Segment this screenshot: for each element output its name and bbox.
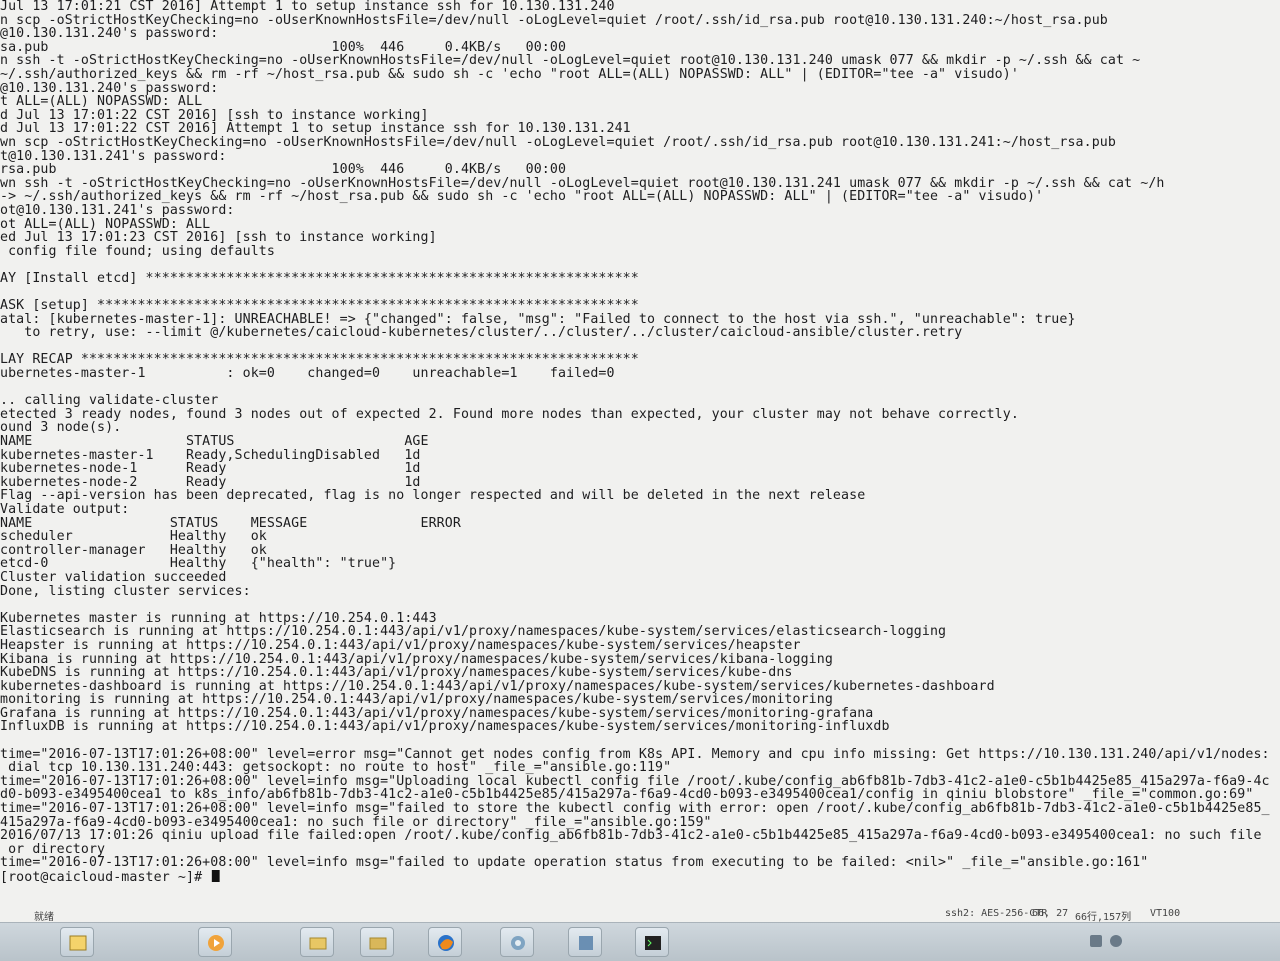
- folder-icon[interactable]: [300, 927, 334, 957]
- text-cursor: [212, 870, 221, 882]
- status-position: 66, 27: [1032, 908, 1069, 919]
- prompt-text: [root@caicloud-master ~]#: [0, 869, 211, 885]
- network-icon[interactable]: [1090, 935, 1102, 947]
- terminal-line: etected 3 ready nodes, found 3 nodes out…: [0, 405, 1019, 422]
- firefox-icon[interactable]: [428, 927, 462, 957]
- terminal-line: ubernetes-master-1 : ok=0 changed=0 unre…: [0, 365, 615, 382]
- settings-icon[interactable]: [500, 927, 534, 957]
- shell-prompt[interactable]: [root@caicloud-master ~]#: [0, 870, 1250, 884]
- volume-icon[interactable]: [1110, 935, 1122, 947]
- terminal-line: to retry, use: --limit @/kubernetes/caic…: [0, 324, 963, 341]
- terminal-line: time="2016-07-13T17:01:26+08:00" level=i…: [0, 854, 1149, 871]
- folder-icon-2[interactable]: [360, 927, 394, 957]
- terminal-line: AY [Install etcd] **********************…: [0, 269, 639, 286]
- status-term: VT100: [1150, 908, 1181, 919]
- status-size: 66行,157列: [1075, 912, 1132, 923]
- terminal-icon[interactable]: [635, 927, 669, 957]
- terminal-window[interactable]: Jul 13 17:01:21 CST 2016] Attempt 1 to s…: [0, 0, 1280, 906]
- terminal-line: 2016/07/13 17:01:26 qiniu upload file fa…: [0, 827, 1262, 844]
- taskbar: [0, 922, 1280, 961]
- terminal-line: InfluxDB is running at https://10.254.0.…: [0, 718, 890, 735]
- terminal-line: Done, listing cluster services:: [0, 582, 251, 599]
- app-icon[interactable]: [568, 927, 602, 957]
- terminal-line: config file found; using defaults: [0, 242, 275, 259]
- explorer-icon[interactable]: [60, 927, 94, 957]
- status-ready: 就绪: [34, 912, 54, 923]
- status-bar: 就绪 ssh2: AES-256-CTR 66, 27 66行,157列 VT1…: [0, 906, 1280, 923]
- terminal-output: Jul 13 17:01:21 CST 2016] Attempt 1 to s…: [0, 0, 1270, 884]
- terminal-line: Flag --api-version has been deprecated, …: [0, 487, 866, 504]
- media-player-icon[interactable]: [198, 927, 232, 957]
